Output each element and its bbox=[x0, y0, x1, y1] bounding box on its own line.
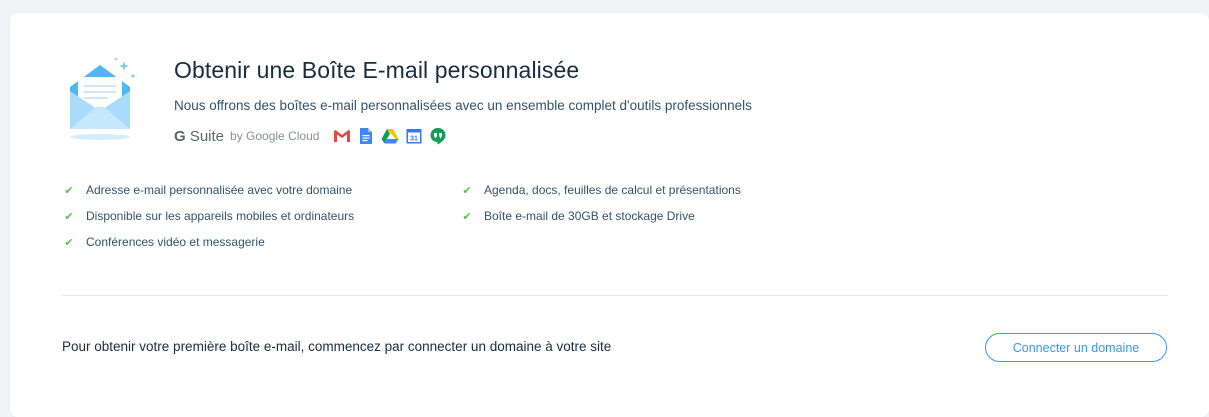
page-title: Obtenir une Boîte E-mail personnalisée bbox=[174, 57, 580, 83]
hangouts-icon bbox=[429, 127, 447, 145]
check-icon: ✔ bbox=[462, 184, 472, 197]
feature-item: ✔ Conférences vidéo et messagerie bbox=[62, 235, 264, 249]
feature-item: ✔ Adresse e-mail personnalisée avec votr… bbox=[62, 183, 352, 197]
gsuite-logo: G Suite bbox=[174, 127, 225, 145]
check-icon: ✔ bbox=[64, 184, 74, 197]
svg-text:31: 31 bbox=[411, 136, 419, 143]
drive-icon bbox=[381, 127, 399, 145]
check-icon: ✔ bbox=[462, 210, 472, 223]
check-icon: ✔ bbox=[64, 236, 74, 249]
divider bbox=[62, 295, 1168, 296]
gsuite-by-label: by Google Cloud bbox=[230, 129, 320, 143]
envelope-illustration bbox=[62, 53, 162, 143]
connect-domain-message: Pour obtenir votre première boîte e-mail… bbox=[62, 339, 612, 354]
feature-item: ✔ Boîte e-mail de 30GB et stockage Drive bbox=[460, 209, 694, 223]
email-promo-card: Obtenir une Boîte E-mail personnalisée N… bbox=[10, 13, 1209, 417]
check-icon: ✔ bbox=[64, 210, 74, 223]
page-subtitle: Nous offrons des boîtes e-mail personnal… bbox=[174, 98, 752, 113]
connect-domain-button[interactable]: Connecter un domaine bbox=[985, 333, 1167, 362]
feature-item: ✔ Agenda, docs, feuilles de calcul et pr… bbox=[460, 183, 740, 197]
docs-icon bbox=[357, 127, 375, 145]
calendar-icon: 31 bbox=[405, 127, 423, 145]
gmail-icon bbox=[333, 127, 351, 145]
feature-item: ✔ Disponible sur les appareils mobiles e… bbox=[62, 209, 354, 223]
gsuite-branding: G Suite by Google Cloud 31 bbox=[174, 125, 453, 147]
